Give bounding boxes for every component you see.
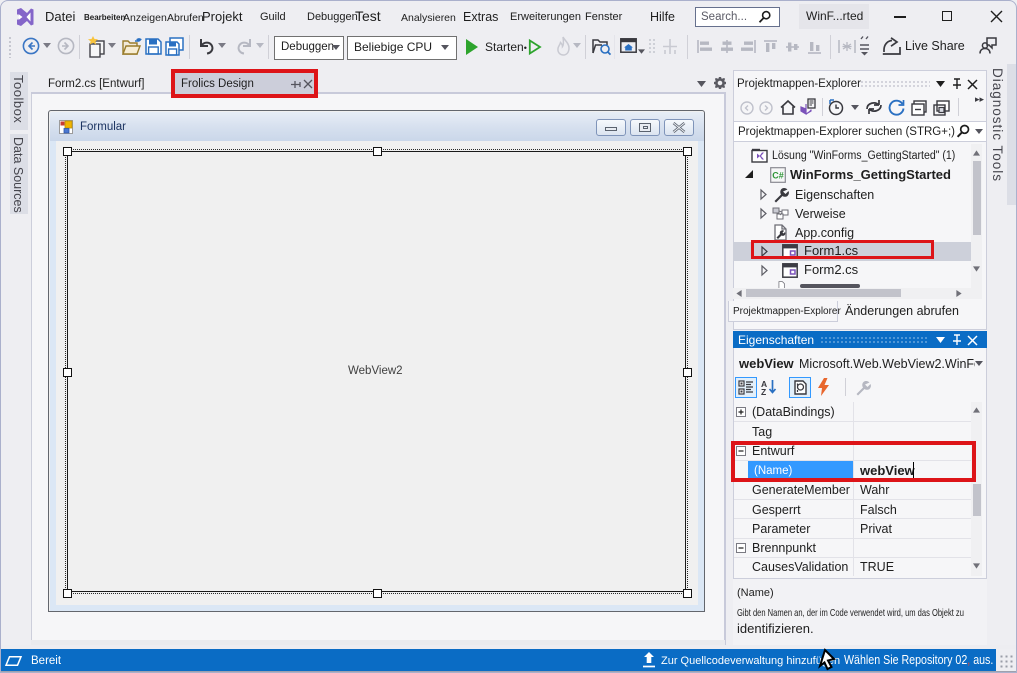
svg-text:Z: Z [761, 387, 766, 397]
svg-text:C#: C# [772, 171, 784, 181]
